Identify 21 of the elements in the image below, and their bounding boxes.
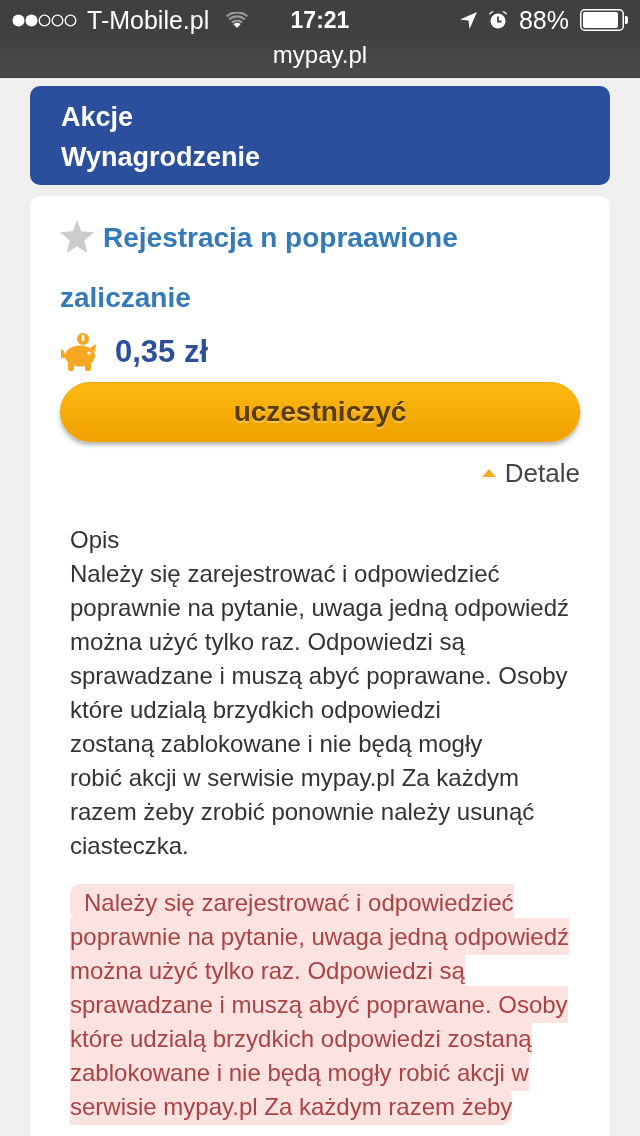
nav-link[interactable]: Akcje	[61, 97, 134, 137]
wifi-icon	[226, 12, 249, 28]
url-text: mypay.pl	[272, 40, 368, 70]
nav-link[interactable]: Wynagrodzenie	[61, 137, 261, 177]
details-toggle[interactable]: Detale	[481, 456, 580, 490]
action-title-link[interactable]: Rejestracja n popraawione zaliczanie	[60, 208, 500, 328]
alarm-clock-icon	[487, 10, 508, 30]
location-arrow-icon	[459, 11, 477, 29]
address-bar[interactable]: mypay.pl	[0, 40, 640, 78]
clock-time: 17:21	[289, 6, 351, 35]
warning-text: Należy się zarejestrować i odpowiedzieć poprawnie na pytanie, uwaga jedną odpowiedź można użyć tylko raz. Odpowiedzi są sprawadzane i muszą abyć poprawane. Osoby które udzialą brzydkich odpowiedzi zostaną zablokowane i nie będą mogły robić akcji w serwisie mypay.pl Za każdym razem żeby	[70, 886, 570, 1124]
battery-icon	[580, 9, 628, 31]
caret-icon	[481, 469, 496, 477]
description-heading: Opis	[70, 525, 120, 555]
signal-strength-icon	[12, 13, 78, 27]
reward-amount: 0,35 zł	[115, 333, 209, 371]
carrier-name: T-Mobile.pl	[87, 5, 210, 35]
star-icon	[60, 220, 94, 253]
description-text: Należy się zarejestrować i odpowiedzieć poprawnie na pytanie, uwaga jedną odpowiedź można użyć tylko raz. Odpowiedzi są sprawadzane i muszą abyć poprawane. Osoby które udzialą brzydkich odpowiedzi zostaną zablokowane i nie będą mogły robić akcji w serwisie mypay.pl Za każdym razem żeby zrobić ponownie należy usunąć ciasteczka.	[70, 559, 570, 861]
battery-percentage: 88%	[518, 5, 569, 35]
participate-button[interactable]: uczestniczyć	[60, 382, 580, 442]
